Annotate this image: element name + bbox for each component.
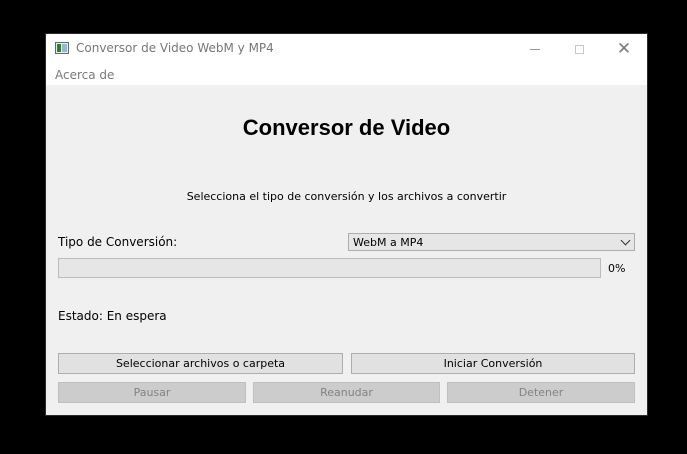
close-button[interactable]: ✕ [601, 34, 647, 64]
start-conversion-button[interactable]: Iniciar Conversión [351, 353, 635, 374]
menu-bar: Acerca de [46, 64, 647, 85]
stop-button[interactable]: Detener [447, 382, 635, 403]
chevron-down-icon [620, 235, 631, 246]
progress-bar [58, 258, 601, 278]
window-title: Conversor de Video WebM y MP4 [76, 41, 274, 55]
select-files-button[interactable]: Seleccionar archivos o carpeta [58, 353, 343, 374]
maximize-icon [574, 44, 584, 54]
title-bar[interactable]: Conversor de Video WebM y MP4 ✕ [46, 34, 647, 64]
page-title: Conversor de Video [242, 115, 451, 140]
conversion-type-value: WebM a MP4 [353, 236, 424, 249]
status-text: Estado: En espera [58, 309, 167, 323]
instructions-text: Selecciona el tipo de conversión y los a… [186, 190, 507, 203]
maximize-button[interactable] [556, 34, 602, 64]
conversion-type-select[interactable]: WebM a MP4 [348, 233, 635, 251]
app-window: Conversor de Video WebM y MP4 ✕ Acerca d… [46, 34, 647, 415]
minimize-icon [530, 48, 540, 50]
app-icon [55, 42, 69, 54]
close-icon: ✕ [616, 38, 632, 59]
progress-percent: 0% [608, 262, 626, 275]
minimize-button[interactable] [512, 34, 558, 64]
resume-button[interactable]: Reanudar [253, 382, 440, 403]
pause-button[interactable]: Pausar [58, 382, 246, 403]
conversion-type-label: Tipo de Conversión: [58, 235, 178, 249]
menu-item-acerca-de[interactable]: Acerca de [55, 68, 114, 82]
